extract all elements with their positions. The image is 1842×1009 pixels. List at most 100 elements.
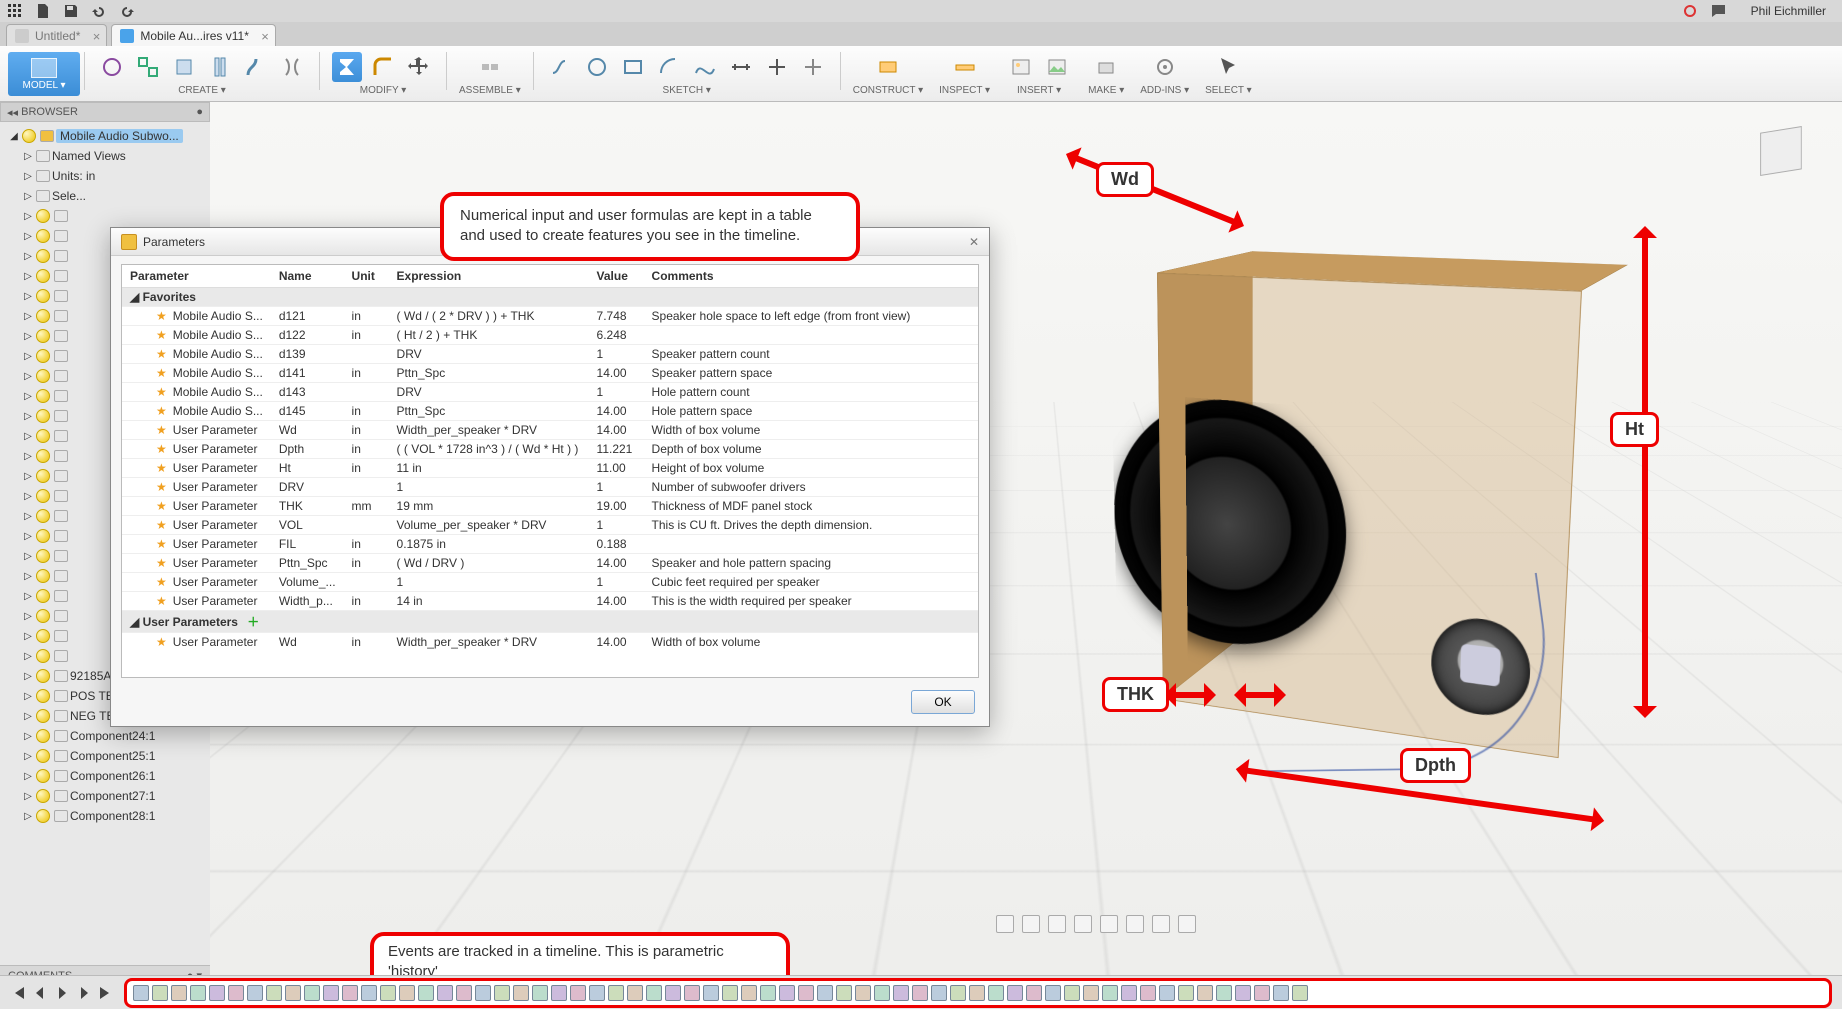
assemble-joint-icon[interactable] [475, 52, 505, 82]
sketch-arc-icon[interactable] [654, 52, 684, 82]
timeline-feature-icon[interactable] [1026, 985, 1042, 1001]
doc-tab-mobile-audio[interactable]: Mobile Au...ires v11* × [111, 24, 276, 46]
expand-icon[interactable]: ▷ [22, 571, 34, 582]
close-icon[interactable]: × [93, 29, 101, 44]
param-row[interactable]: ★Mobile Audio S...d121in( Wd / ( 2 * DRV… [122, 307, 978, 326]
ribbon-label[interactable]: CONSTRUCT ▾ [853, 85, 923, 96]
lightbulb-icon[interactable] [36, 329, 50, 343]
sketch-line-icon[interactable] [546, 52, 576, 82]
tree-root[interactable]: ◢ Mobile Audio Subwo... [0, 126, 210, 146]
lightbulb-icon[interactable] [36, 269, 50, 283]
doc-tab-untitled[interactable]: Untitled* × [6, 24, 107, 46]
param-row[interactable]: ★User ParameterVOLVolume_per_speaker * D… [122, 516, 978, 535]
timeline-feature-icon[interactable] [266, 985, 282, 1001]
expand-icon[interactable]: ▷ [22, 751, 34, 762]
lightbulb-icon[interactable] [36, 809, 50, 823]
timeline-feature-icon[interactable] [418, 985, 434, 1001]
timeline-feature-icon[interactable] [912, 985, 928, 1001]
expand-icon[interactable]: ▷ [22, 451, 34, 462]
timeline-feature-icon[interactable] [1235, 985, 1251, 1001]
parameters-tool-sigma-icon[interactable] [332, 52, 362, 82]
category-user-parameters[interactable]: ◢ User Parameters ＋ [122, 611, 978, 633]
expand-icon[interactable]: ▷ [22, 591, 34, 602]
tree-row[interactable]: ▷Component28:1 [0, 806, 210, 826]
timeline-feature-icon[interactable] [1254, 985, 1270, 1001]
modify-move-icon[interactable] [404, 52, 434, 82]
timeline-feature-icon[interactable] [190, 985, 206, 1001]
make-print-icon[interactable] [1091, 52, 1121, 82]
timeline-feature-icon[interactable] [532, 985, 548, 1001]
param-row[interactable]: ★User ParameterWidth_p...in14 in14.00Thi… [122, 592, 978, 611]
timeline-track[interactable] [124, 978, 1832, 1008]
timeline-feature-icon[interactable] [285, 985, 301, 1001]
param-row[interactable]: ★Mobile Audio S...d122in( Ht / 2 ) + THK… [122, 326, 978, 345]
lightbulb-icon[interactable] [36, 729, 50, 743]
timeline-feature-icon[interactable] [323, 985, 339, 1001]
timeline-feature-icon[interactable] [950, 985, 966, 1001]
favorite-star-icon[interactable]: ★ [156, 537, 167, 551]
timeline-feature-icon[interactable] [1083, 985, 1099, 1001]
favorite-star-icon[interactable]: ★ [156, 328, 167, 342]
timeline-feature-icon[interactable] [608, 985, 624, 1001]
favorite-star-icon[interactable]: ★ [156, 442, 167, 456]
timeline-feature-icon[interactable] [513, 985, 529, 1001]
timeline-feature-icon[interactable] [741, 985, 757, 1001]
col-value[interactable]: Value [589, 265, 644, 288]
timeline-feature-icon[interactable] [247, 985, 263, 1001]
close-icon[interactable]: × [261, 29, 269, 44]
lightbulb-icon[interactable] [36, 769, 50, 783]
timeline-feature-icon[interactable] [1273, 985, 1289, 1001]
favorite-star-icon[interactable]: ★ [156, 404, 167, 418]
construct-plane-icon[interactable] [873, 52, 903, 82]
comment-icon[interactable] [1709, 2, 1727, 20]
timeline-feature-icon[interactable] [874, 985, 890, 1001]
lightbulb-icon[interactable] [36, 629, 50, 643]
ribbon-label[interactable]: CREATE ▾ [178, 85, 226, 96]
expand-icon[interactable]: ▷ [22, 331, 34, 342]
redo-icon[interactable] [118, 2, 136, 20]
expand-icon[interactable]: ▷ [22, 731, 34, 742]
favorite-star-icon[interactable]: ★ [156, 556, 167, 570]
param-row[interactable]: ★Mobile Audio S...d143DRV1Hole pattern c… [122, 383, 978, 402]
expand-icon[interactable]: ▷ [22, 231, 34, 242]
ok-button[interactable]: OK [911, 690, 975, 714]
look-icon[interactable] [1100, 915, 1118, 933]
timeline-feature-icon[interactable] [684, 985, 700, 1001]
timeline-feature-icon[interactable] [1064, 985, 1080, 1001]
apps-grid-icon[interactable] [6, 2, 24, 20]
timeline-play-icon[interactable] [54, 985, 70, 1001]
param-row[interactable]: ★Mobile Audio S...d139DRV1Speaker patter… [122, 345, 978, 364]
favorite-star-icon[interactable]: ★ [156, 461, 167, 475]
timeline-feature-icon[interactable] [1121, 985, 1137, 1001]
expand-icon[interactable]: ▷ [22, 531, 34, 542]
tree-row[interactable]: ▷Component26:1 [0, 766, 210, 786]
expand-icon[interactable]: ▷ [22, 371, 34, 382]
timeline-feature-icon[interactable] [380, 985, 396, 1001]
param-row[interactable]: ★User ParameterVolume_...11Cubic feet re… [122, 573, 978, 592]
timeline-feature-icon[interactable] [1140, 985, 1156, 1001]
timeline-feature-icon[interactable] [760, 985, 776, 1001]
expand-icon[interactable]: ▷ [22, 151, 34, 162]
lightbulb-icon[interactable] [36, 229, 50, 243]
tree-row[interactable]: ▷Units: in [0, 166, 210, 186]
tree-row[interactable]: ▷Component24:1 [0, 726, 210, 746]
create-loft-icon[interactable] [277, 52, 307, 82]
timeline-feature-icon[interactable] [779, 985, 795, 1001]
param-row[interactable]: ★Mobile Audio S...d145inPttn_Spc14.00Hol… [122, 402, 978, 421]
timeline-feature-icon[interactable] [361, 985, 377, 1001]
undo-icon[interactable] [90, 2, 108, 20]
insert-decal-icon[interactable] [1006, 52, 1036, 82]
timeline-feature-icon[interactable] [1102, 985, 1118, 1001]
expand-icon[interactable]: ◢ [8, 131, 20, 142]
expand-icon[interactable]: ▷ [22, 311, 34, 322]
timeline-feature-icon[interactable] [551, 985, 567, 1001]
expand-icon[interactable]: ▷ [22, 491, 34, 502]
timeline-feature-icon[interactable] [1007, 985, 1023, 1001]
param-row[interactable]: ★User ParameterTHKmm19 mm19.00Thickness … [122, 497, 978, 516]
expand-icon[interactable]: ▷ [22, 631, 34, 642]
dialog-close-icon[interactable]: ✕ [969, 235, 979, 249]
sketch-spline-icon[interactable] [690, 52, 720, 82]
user-name[interactable]: Phil Eichmiller [1751, 4, 1826, 18]
sketch-rect-icon[interactable] [618, 52, 648, 82]
tree-row[interactable]: ▷ [0, 206, 210, 226]
